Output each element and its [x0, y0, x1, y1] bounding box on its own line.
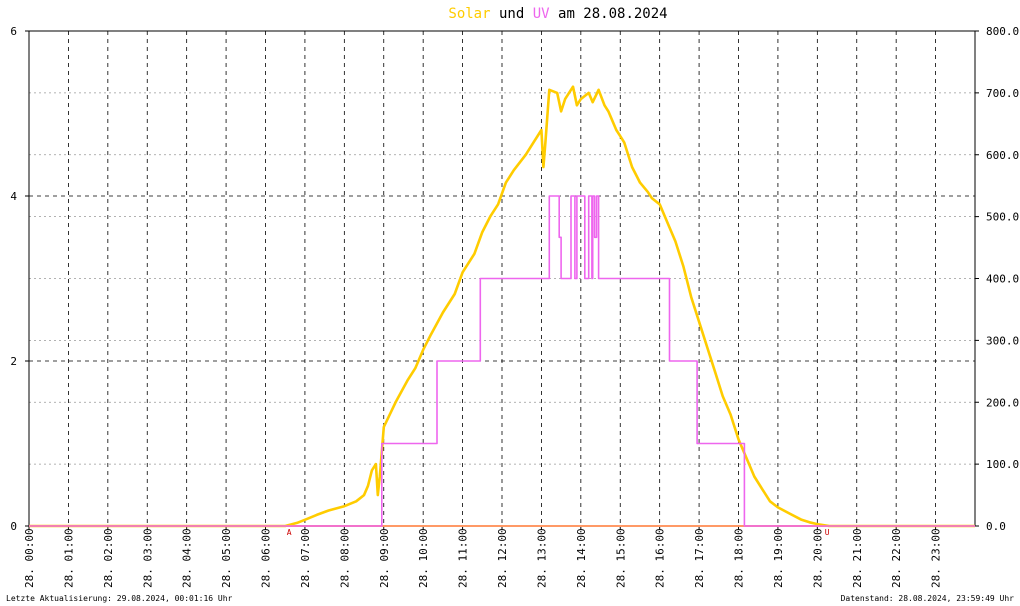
chart-root: Solar und UV am 28.08.2024 0 2 4 6 0.0 100.0 2… — [0, 0, 1020, 606]
right-tick-label: 300.0 — [986, 334, 1019, 347]
x-tick-label: 28. 08:00 — [338, 528, 351, 588]
x-tick-label: 28. 16:00 — [654, 528, 667, 588]
marker-label: A — [287, 528, 292, 537]
axes: 0 2 4 6 0.0 100.0 200.0 300.0 400.0 500.0 600.0 700… — [10, 25, 1019, 588]
x-tick-label: 28. 20:00 — [811, 528, 824, 588]
title-and-word: und — [499, 6, 524, 22]
right-tick-label: 200.0 — [986, 396, 1019, 409]
x-tick-label: 28. 06:00 — [260, 528, 273, 588]
x-tick-label: 28. 22:00 — [890, 528, 903, 588]
x-tick-label: 28. 11:00 — [457, 528, 470, 588]
left-tick-label: 6 — [10, 25, 17, 38]
left-tick-label: 2 — [10, 355, 17, 368]
title-date: am 28.08.2024 — [558, 6, 668, 22]
left-tick-label: 4 — [10, 190, 17, 203]
x-tick-label: 28. 01:00 — [62, 528, 75, 588]
x-tick-label: 28. 10:00 — [417, 528, 430, 588]
right-tick-label: 100.0 — [986, 458, 1019, 471]
solar-uv-chart: Solar und UV am 28.08.2024 0 2 4 6 0.0 100.0 2… — [6, 6, 1019, 603]
right-tick-label: 700.0 — [986, 87, 1019, 100]
footer-data-status: Datenstand: 28.08.2024, 23:59:49 Uhr — [841, 594, 1015, 603]
x-tick-label: 28. 03:00 — [141, 528, 154, 588]
x-tick-label: 28. 12:00 — [496, 528, 509, 588]
x-tick-label: 28. 04:00 — [181, 528, 194, 588]
x-tick-label: 28. 02:00 — [102, 528, 115, 588]
x-tick-label: 28. 17:00 — [693, 528, 706, 588]
x-tick-label: 28. 19:00 — [772, 528, 785, 588]
x-tick-label: 28. 13:00 — [535, 528, 548, 588]
x-tick-label: 28. 21:00 — [851, 528, 864, 588]
right-tick-label: 600.0 — [986, 149, 1019, 162]
marker-label: U — [825, 528, 830, 537]
footer-last-update: Letzte Aktualisierung: 29.08.2024, 00:01… — [6, 594, 233, 603]
right-tick-label: 800.0 — [986, 25, 1019, 38]
x-tick-label: 28. 23:00 — [930, 528, 943, 588]
title-uv-word: UV — [533, 6, 550, 22]
x-tick-label: 28. 07:00 — [299, 528, 312, 588]
x-tick-label: 28. 18:00 — [733, 528, 746, 588]
left-tick-label: 0 — [10, 520, 17, 533]
x-tick-label: 28. 14:00 — [575, 528, 588, 588]
x-tick-label: 28. 09:00 — [378, 528, 391, 588]
markers: AU — [287, 528, 830, 537]
title-solar-word: Solar — [448, 6, 490, 22]
right-tick-label: 400.0 — [986, 273, 1019, 286]
chart-title: Solar und UV am 28.08.2024 — [448, 6, 667, 22]
right-tick-label: 500.0 — [986, 211, 1019, 224]
right-tick-label: 0.0 — [986, 520, 1006, 533]
x-tick-label: 28. 05:00 — [220, 528, 233, 588]
x-tick-label: 28. 15:00 — [614, 528, 627, 588]
x-tick-label: 28. 00:00 — [23, 528, 36, 588]
